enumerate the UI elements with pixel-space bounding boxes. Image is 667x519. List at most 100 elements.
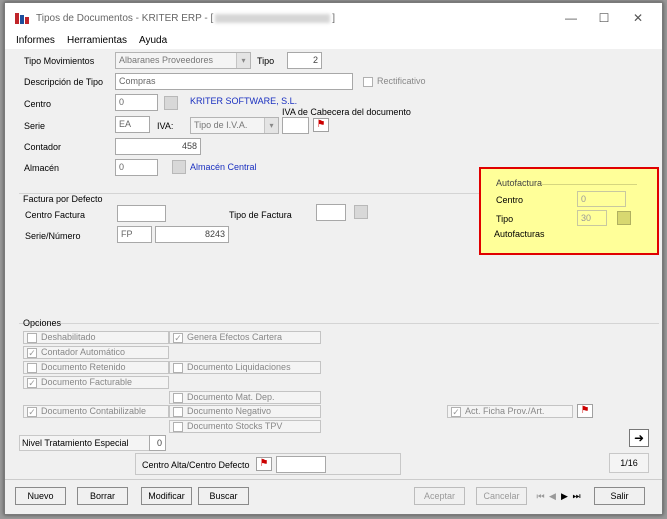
autofactura-centro-input[interactable]: 0	[577, 191, 626, 207]
centro-alta-input[interactable]	[276, 456, 326, 473]
documento-facturable-checkbox[interactable]: ✓ Documento Facturable	[23, 376, 169, 389]
iva-select[interactable]: Tipo de I.V.A. ▾	[190, 117, 279, 134]
last-record-icon[interactable]: ⏭	[572, 490, 581, 503]
checkmark-icon: ✓	[27, 347, 37, 358]
descripcion-label: Descripción de Tipo	[24, 77, 104, 87]
autofactura-centro-label: Centro	[496, 195, 524, 205]
first-record-icon[interactable]: ⏮	[536, 490, 545, 503]
almacen-input[interactable]: 0	[115, 159, 158, 176]
documento-mat-dep-checkbox[interactable]: Documento Mat. Dep.	[169, 391, 321, 404]
checkmark-icon: ✓	[451, 406, 461, 417]
checkbox-icon	[363, 76, 373, 87]
menu-bar: Informes Herramientas Ayuda	[5, 33, 662, 49]
window-title: Tipos de Documentos - KRITER ERP - []	[36, 13, 336, 24]
record-counter: 1/16	[609, 453, 649, 473]
app-logo-icon	[15, 13, 29, 24]
serie-input[interactable]: EA	[115, 116, 150, 133]
nivel-tratamiento-label: Nivel Tratamiento Especial	[22, 438, 129, 448]
menu-ayuda[interactable]: Ayuda	[139, 35, 167, 46]
checkbox-icon	[173, 406, 183, 417]
act-ficha-checkbox[interactable]: ✓ Act. Ficha Prov./Art.	[447, 405, 573, 418]
rectificativo-checkbox[interactable]: Rectificativo	[363, 76, 426, 87]
tipo-movimientos-label: Tipo Movimientos	[24, 56, 95, 66]
autofactura-tipo-search-button[interactable]	[617, 211, 631, 225]
chevron-down-icon: ▾	[236, 53, 250, 68]
tipo-factura-input[interactable]	[316, 204, 346, 221]
tipo-input[interactable]: 2	[287, 52, 322, 69]
cabecera-config-icon[interactable]: ⚑	[313, 118, 329, 132]
autofactura-tipo-input[interactable]: 30	[577, 210, 607, 226]
almacen-search-button[interactable]	[172, 160, 186, 174]
tipo-label: Tipo	[257, 56, 275, 66]
documento-stocks-tpv-checkbox[interactable]: Documento Stocks TPV	[169, 420, 321, 433]
modificar-button[interactable]: Modificar	[141, 487, 192, 505]
centro-alta-row: Centro Alta/Centro Defecto ⚑	[135, 453, 401, 475]
documento-liquidaciones-checkbox[interactable]: Documento Liquidaciones	[169, 361, 321, 374]
factura-serie-input[interactable]: FP	[117, 226, 152, 243]
centro-search-button[interactable]	[164, 96, 178, 110]
autofactura-group-label: Autofactura	[496, 178, 543, 188]
act-ficha-config-icon[interactable]: ⚑	[577, 404, 593, 418]
prev-record-icon[interactable]: ◀	[548, 490, 557, 503]
centro-alta-config-icon[interactable]: ⚑	[256, 457, 272, 471]
centro-factura-input[interactable]	[117, 205, 166, 222]
checkmark-icon: ✓	[27, 406, 37, 417]
tipo-factura-label: Tipo de Factura	[229, 210, 292, 220]
tipo-movimientos-value: Albaranes Proveedores	[119, 55, 214, 65]
iva-value: Tipo de I.V.A.	[194, 120, 248, 130]
nivel-tratamiento-row: Nivel Tratamiento Especial 0	[19, 435, 166, 451]
iva-cabecera-input[interactable]	[282, 117, 309, 134]
menu-informes[interactable]: Informes	[16, 35, 55, 46]
documento-negativo-checkbox[interactable]: Documento Negativo	[169, 405, 321, 418]
cancelar-button[interactable]: Cancelar	[476, 487, 527, 505]
autofactura-tipo-label: Tipo	[496, 214, 514, 224]
title-bar: Tipos de Documentos - KRITER ERP - [] — …	[5, 3, 662, 33]
factura-section-label: Factura por Defecto	[23, 194, 103, 204]
close-button[interactable]: ✕	[627, 9, 649, 27]
checkbox-icon	[173, 362, 183, 373]
aceptar-button[interactable]: Aceptar	[414, 487, 465, 505]
salir-button[interactable]: Salir	[594, 487, 645, 505]
app-window: Tipos de Documentos - KRITER ERP - [] — …	[4, 2, 663, 515]
iva-label: IVA:	[157, 121, 174, 131]
autofactura-group-line	[541, 184, 637, 185]
serie-label: Serie	[24, 121, 46, 131]
almacen-label: Almacén	[24, 163, 60, 173]
nivel-tratamiento-input[interactable]: 0	[149, 435, 166, 451]
checkbox-icon	[173, 421, 183, 432]
centro-name: KRITER SOFTWARE, S.L.	[190, 96, 298, 106]
opciones-group-divider	[19, 323, 659, 324]
contador-automatico-checkbox[interactable]: ✓ Contador Automático	[23, 346, 169, 359]
buscar-button[interactable]: Buscar	[198, 487, 249, 505]
autofactura-highlight: Autofactura Centro 0 Tipo 30 Autofactura…	[479, 167, 659, 255]
checkbox-icon	[27, 332, 37, 343]
tipo-factura-search-button[interactable]	[354, 205, 368, 219]
chevron-down-icon: ▾	[264, 118, 278, 133]
contador-label: Contador	[24, 142, 62, 152]
deshabilitado-checkbox[interactable]: Deshabilitado	[23, 331, 169, 344]
genera-efectos-checkbox[interactable]: ✓ Genera Efectos Cartera	[169, 331, 321, 344]
centro-label: Centro	[24, 99, 52, 109]
contador-input[interactable]: 458	[115, 138, 201, 155]
borrar-button[interactable]: Borrar	[77, 487, 128, 505]
autofactura-footer-label: Autofacturas	[494, 229, 545, 239]
menu-herramientas[interactable]: Herramientas	[67, 35, 127, 46]
tipo-movimientos-select[interactable]: Albaranes Proveedores ▾	[115, 52, 251, 69]
checkbox-icon	[27, 362, 37, 373]
serie-numero-label: Serie/Número	[25, 231, 81, 241]
centro-alta-label: Centro Alta/Centro Defecto	[142, 460, 250, 470]
factura-numero-input[interactable]: 8243	[155, 226, 229, 243]
centro-input[interactable]: 0	[115, 94, 158, 111]
checkbox-icon	[173, 392, 183, 403]
documento-contabilizable-checkbox[interactable]: ✓ Documento Contabilizable	[23, 405, 169, 418]
iva-cabecera-label: IVA de Cabecera del documento	[282, 107, 411, 117]
minimize-button[interactable]: —	[560, 9, 582, 27]
maximize-button[interactable]: ☐	[593, 9, 615, 27]
nuevo-button[interactable]: Nuevo	[15, 487, 66, 505]
almacen-name: Almacén Central	[190, 162, 257, 172]
blurred-title-segment	[215, 13, 331, 23]
next-record-icon[interactable]: ▶	[560, 490, 569, 503]
documento-retenido-checkbox[interactable]: Documento Retenido	[23, 361, 169, 374]
arrow-right-icon[interactable]: ➜	[629, 429, 649, 447]
descripcion-input[interactable]: Compras	[115, 73, 353, 90]
